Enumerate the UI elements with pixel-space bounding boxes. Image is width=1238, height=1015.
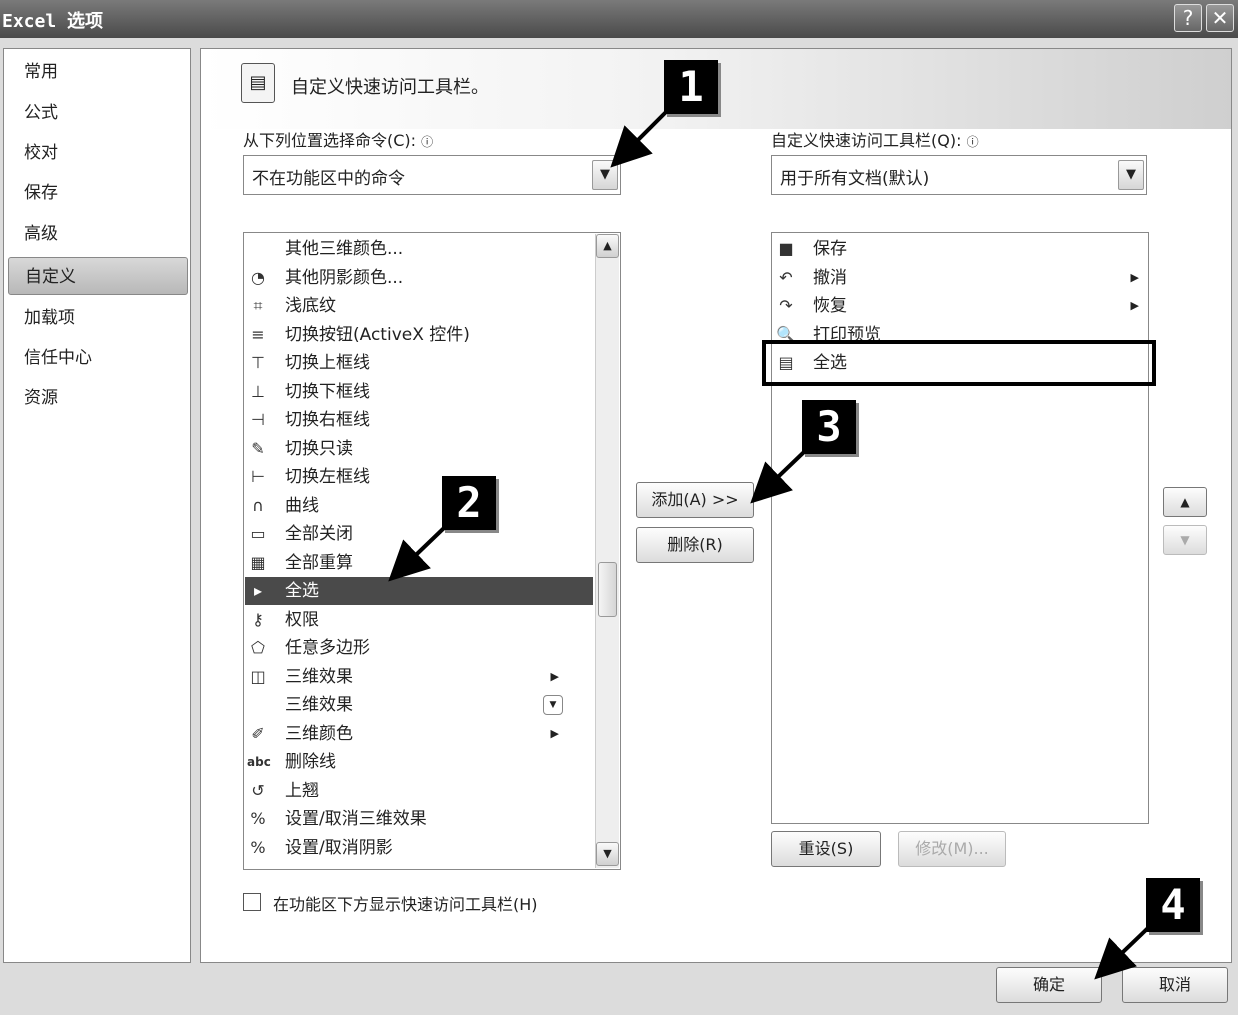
- arrow-3: [750, 450, 806, 504]
- callout-arrows: [388, 110, 1150, 980]
- arrow-2: [388, 526, 446, 582]
- arrow-4: [1094, 926, 1150, 980]
- arrow-1: [610, 110, 668, 168]
